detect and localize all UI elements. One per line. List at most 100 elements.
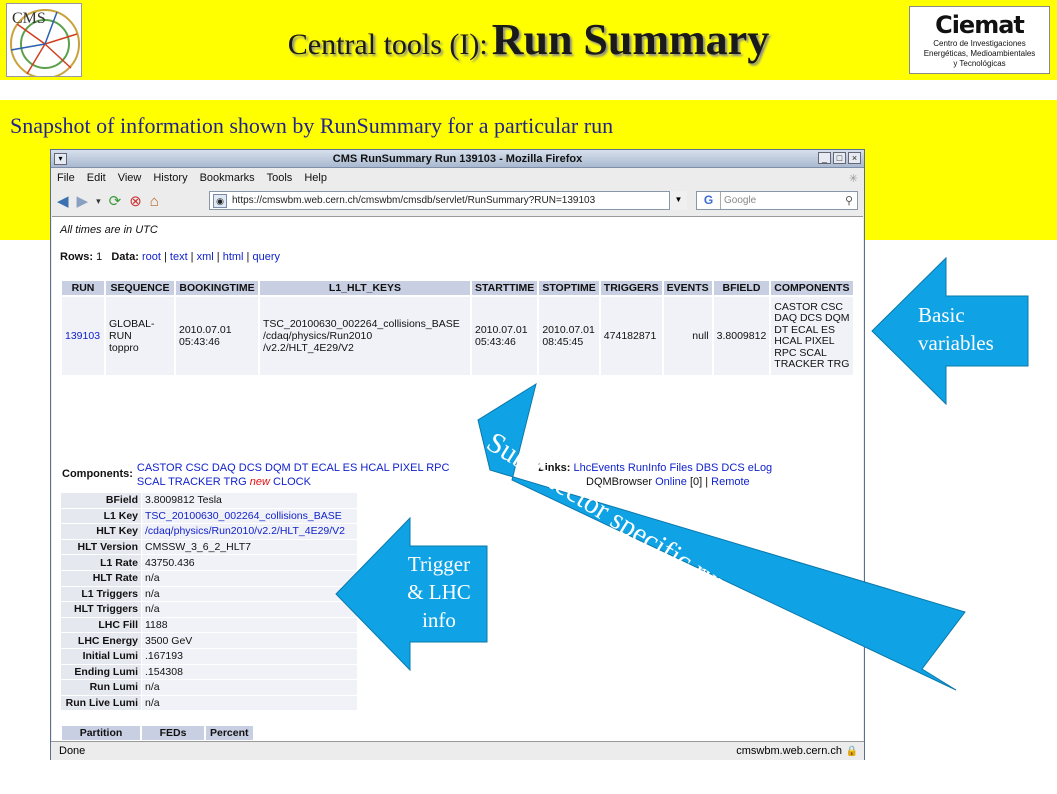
search-icon[interactable]: ⚲ [845,194,853,207]
maximize-icon[interactable]: □ [833,152,846,164]
column-header[interactable]: RUN [62,281,104,295]
status-host: cmswbm.web.cern.ch [736,745,842,757]
stop-icon[interactable]: ⊗ [129,192,142,210]
keys-cell: /v2.2/HLT_4E29/V2 [263,342,354,354]
menu-bar: File Edit View History Bookmarks Tools H… [51,168,864,188]
data-label: Data: [111,251,139,263]
slide-subtitle: Snapshot of information shown by RunSumm… [10,113,614,138]
data-link-root[interactable]: root [142,251,161,263]
info-value: .167193 [142,648,357,664]
menu-tools[interactable]: Tools [267,172,293,184]
dqm-online-link[interactable]: Online [655,476,687,488]
run-table: RUN SEQUENCE BOOKINGTIME L1_HLT_KEYS STA… [60,279,855,377]
close-icon[interactable]: × [848,152,861,164]
menu-history[interactable]: History [153,172,187,184]
minimize-icon[interactable]: _ [818,152,831,164]
status-bar: Done cmswbm.web.cern.ch 🔒 [51,741,864,760]
clock-link[interactable]: CLOCK [273,476,311,488]
column-header[interactable]: EVENTS [663,281,712,295]
info-key: Run Lumi [61,680,141,695]
table-row: BField 3.8009812 Tesla [61,493,357,508]
activity-spinner-icon: ✳ [848,172,858,185]
menu-edit[interactable]: Edit [87,172,106,184]
column-header[interactable]: FEDs [142,726,204,740]
url-input[interactable]: ◉ https://cmswbm.web.cern.ch/cmswbm/cmsd… [209,191,687,210]
rows-data-line: Rows: 1 Data: root | text | xml | html |… [60,251,280,263]
info-value-link[interactable]: /cdaq/physics/Run2010/v2.2/HLT_4E29/V2 [142,524,357,539]
info-key: HLT Key [61,524,141,539]
info-key: L1 Key [61,508,141,524]
table-row: LHC Fill 1188 [61,617,357,633]
timezone-note: All times are in UTC [60,224,158,236]
title-plain: Central tools (I): [287,28,488,61]
info-value: CMSSW_3_6_2_HLT7 [142,539,357,555]
components-block: Components: CASTOR CSC DAQ DCS DQM DT EC… [62,461,505,489]
dqm-remote-link[interactable]: Remote [711,476,750,488]
forward-icon[interactable]: ▶ [77,192,89,210]
home-icon[interactable]: ⌂ [150,193,159,210]
run-number-link[interactable]: 139103 [65,330,100,342]
info-key: HLT Rate [61,570,141,586]
ciemat-line-2: Energéticas, Medioambientales [923,49,1036,58]
ciemat-logo: Ciemat Centro de Investigaciones Energét… [909,6,1050,74]
table-row: HLT Triggers n/a [61,602,357,617]
external-links[interactable]: LhcEvents RunInfo Files DBS DCS eLog [573,462,772,474]
column-header[interactable]: Partition [62,726,140,740]
column-header[interactable]: TRIGGERS [600,281,662,295]
url-dropdown-icon[interactable]: ▼ [669,191,687,210]
column-header[interactable]: BOOKINGTIME [176,281,258,295]
info-key: Run Live Lumi [61,695,141,711]
column-header[interactable]: Percent [206,726,253,740]
menu-file[interactable]: File [57,172,75,184]
triggers-cell: 474182871 [600,297,662,375]
lock-icon[interactable]: 🔒 [846,746,858,757]
rows-label: Rows: [60,251,93,263]
history-dropdown-icon[interactable]: ▾ [96,196,101,207]
menu-view[interactable]: View [118,172,142,184]
data-link-html[interactable]: html [223,251,244,263]
data-link-xml[interactable]: xml [197,251,214,263]
column-header[interactable]: STARTTIME [472,281,538,295]
bfield-cell: 3.8009812 [713,297,770,375]
callout-line: info [422,608,456,632]
menu-help[interactable]: Help [304,172,327,184]
component-links[interactable]: SCAL TRACKER TRG [137,476,247,488]
info-value: n/a [142,602,357,617]
component-links[interactable]: CASTOR CSC DAQ DCS DQM DT ECAL ES HCAL P… [137,461,505,475]
table-row: 139103 GLOBAL-RUN toppro 2010.07.01 05:43:… [62,297,853,375]
run-info-table: BField 3.8009812 Tesla L1 Key TSC_20100630_… [60,492,358,711]
search-input[interactable]: G Google ⚲ [696,191,858,210]
url-text: https://cmswbm.web.cern.ch/cmswbm/cmsdb/… [232,195,596,206]
data-link-text[interactable]: text [170,251,188,263]
info-value: 3.8009812 Tesla [142,493,357,508]
callout-line: Trigger [407,552,471,576]
menu-bookmarks[interactable]: Bookmarks [200,172,255,184]
info-key: L1 Triggers [61,586,141,602]
info-value: .154308 [142,664,357,680]
column-header[interactable]: SEQUENCE [106,281,174,295]
table-row: HLT Version CMSSW_3_6_2_HLT7 [61,539,357,555]
table-row: L1 Key TSC_20100630_002264_collisions_BAS… [61,508,357,524]
column-header[interactable]: COMPONENTS [771,281,853,295]
navigation-toolbar: ◀ ▶ ▾ ⟳ ⊗ ⌂ ◉ https://cmswbm.web.cern.ch… [51,188,864,214]
info-value: n/a [142,570,357,586]
starttime-cell: 05:43:46 [475,336,516,348]
starttime-cell: 2010.07.01 [475,324,528,336]
back-icon[interactable]: ◀ [57,192,69,210]
data-link-query[interactable]: query [252,251,280,263]
keys-cell: TSC_20100630_002264_collisions_BASE [263,318,460,330]
column-header[interactable]: BFIELD [713,281,770,295]
browser-window: ▾ CMS RunSummary Run 139103 - Mozilla Fi… [50,149,865,760]
components-cell: DAQ DCS DQM [774,312,850,324]
column-header[interactable]: L1_HLT_KEYS [260,281,470,295]
slide-title: Central tools (I): Run Summary [0,14,1057,65]
info-key: L1 Rate [61,555,141,570]
reload-icon[interactable]: ⟳ [109,192,122,210]
site-identity-icon[interactable]: ◉ [213,193,227,208]
info-value: n/a [142,695,357,711]
column-header[interactable]: STOPTIME [539,281,599,295]
search-engine-icon[interactable]: G [697,192,721,209]
title-bold: Run Summary [491,15,770,64]
info-value-link[interactable]: TSC_20100630_002264_collisions_BASE [142,508,357,524]
new-badge: new [249,476,270,488]
